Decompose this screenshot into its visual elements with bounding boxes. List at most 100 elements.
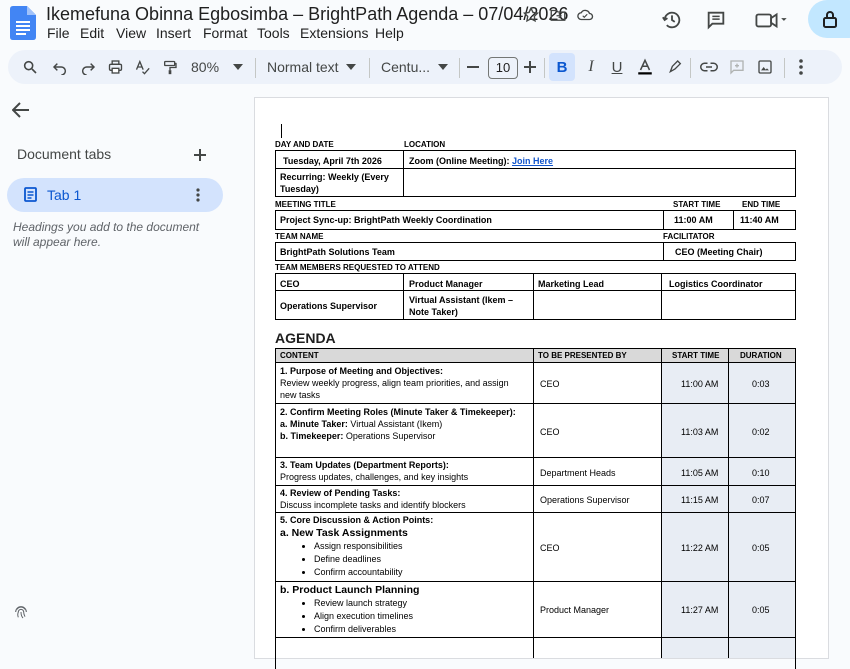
divider (275, 362, 795, 363)
zoom-select[interactable]: 80% (191, 59, 219, 75)
duration-cell: 0:05 (752, 543, 770, 553)
divider (275, 168, 795, 169)
redo-icon[interactable] (73, 52, 103, 82)
table-row: 1. Purpose of Meeting and Objectives: Re… (280, 365, 525, 401)
table-row: 3. Team Updates (Department Reports): Pr… (280, 459, 525, 483)
comments-icon[interactable] (704, 8, 728, 32)
divider (275, 581, 795, 582)
fingerprint-icon[interactable] (12, 603, 30, 621)
bold-icon[interactable]: B (549, 53, 575, 81)
presenter-cell: Operations Supervisor (540, 495, 630, 505)
highlight-icon[interactable] (660, 52, 690, 82)
member-cell: Operations Supervisor (280, 301, 378, 311)
agenda-heading: AGENDA (275, 330, 336, 346)
menu-view[interactable]: View (116, 25, 146, 41)
menu-help[interactable]: Help (375, 25, 404, 41)
location-value: Zoom (Online Meeting): Join Here (409, 156, 554, 166)
divider (403, 273, 404, 319)
text-color-icon[interactable] (630, 52, 660, 82)
document-icon (22, 186, 38, 202)
recurring-value: Recurring: Weekly (Every Tuesday) (280, 172, 389, 194)
subsection-title: a. New Task Assignments (280, 527, 408, 539)
duration-cell: 0:05 (752, 605, 770, 615)
print-icon[interactable] (100, 52, 130, 82)
menu-tools[interactable]: Tools (257, 25, 290, 41)
menu-edit[interactable]: Edit (80, 25, 104, 41)
item-title: 4. Review of Pending Tasks: (280, 488, 401, 498)
item-description: Discuss incomplete tasks and identify bl… (280, 500, 466, 510)
start-time-value: 11:00 AM (674, 215, 713, 225)
menu-insert[interactable]: Insert (156, 25, 191, 41)
more-options-icon[interactable] (786, 52, 816, 82)
increase-font-size-icon[interactable] (522, 59, 538, 75)
outline-hint: Headings you add to the document will ap… (13, 220, 200, 249)
menu-extensions[interactable]: Extensions (300, 25, 368, 41)
start-time-cell: 11:27 AM (681, 605, 719, 615)
insert-link-icon[interactable] (694, 52, 724, 82)
add-tab-icon[interactable] (191, 146, 209, 164)
facilitator-value: CEO (Meeting Chair) (675, 247, 763, 257)
paragraph-style-select[interactable]: Normal text (267, 59, 339, 75)
search-menus-icon[interactable] (15, 52, 45, 82)
list-item: Review launch strategy (314, 597, 525, 610)
spellcheck-icon[interactable] (127, 52, 157, 82)
start-time-cell: 11:15 AM (681, 495, 719, 505)
member-cell: Virtual Assistant (Ikem – Note Taker) (409, 295, 514, 317)
underline-icon[interactable]: U (602, 52, 632, 82)
decrease-font-size-icon[interactable] (465, 59, 481, 75)
lock-icon (820, 9, 840, 29)
subsection-title: b. Product Launch Planning (280, 584, 420, 596)
presenter-cell: CEO (540, 543, 560, 553)
font-size-input[interactable]: 10 (488, 57, 518, 79)
docs-logo-icon[interactable] (10, 6, 36, 40)
item-description: Review weekly progress, align team prior… (280, 378, 509, 400)
end-time-value: 11:40 AM (740, 215, 779, 225)
member-cell: Product Manager (409, 279, 483, 289)
divider (275, 637, 795, 638)
start-time-cell: 11:03 AM (681, 427, 719, 437)
tab-label: Tab 1 (47, 187, 82, 203)
undo-icon[interactable] (45, 52, 75, 82)
item-description: Progress updates, challenges, and key in… (280, 472, 469, 482)
presenter-cell: CEO (540, 427, 560, 437)
divider (663, 242, 664, 260)
divider (403, 150, 404, 196)
meet-video-icon[interactable] (752, 8, 792, 32)
document-page[interactable]: DAY AND DATE LOCATION Tuesday, April 7th… (254, 97, 829, 669)
tab-options-icon[interactable] (190, 186, 206, 204)
document-title[interactable]: Ikemefuna Obinna Egbosimba – BrightPath … (46, 4, 568, 25)
star-icon[interactable] (520, 4, 542, 26)
list-item: Align execution timelines (314, 610, 525, 623)
role-value: Virtual Assistant (Ikem) (347, 419, 443, 429)
divider (544, 58, 545, 78)
start-time-cell: 11:05 AM (681, 468, 719, 478)
add-comment-icon[interactable] (722, 52, 752, 82)
divider (728, 348, 729, 658)
divider (275, 512, 795, 513)
meeting-title-value: Project Sync-up: BrightPath Weekly Coord… (280, 215, 492, 225)
back-arrow-icon[interactable] (10, 99, 32, 121)
join-link[interactable]: Join Here (512, 156, 553, 166)
paint-format-icon[interactable] (155, 52, 185, 82)
start-time-cell: 11:22 AM (681, 543, 719, 553)
presenter-cell: Product Manager (540, 605, 610, 615)
table-row: 2. Confirm Meeting Roles (Minute Taker &… (280, 406, 525, 442)
move-folder-icon[interactable] (547, 4, 569, 26)
cloud-status-icon[interactable] (574, 4, 596, 26)
member-cell: Marketing Lead (538, 279, 605, 289)
menu-file[interactable]: File (47, 25, 70, 41)
menu-format[interactable]: Format (203, 25, 247, 41)
table-row: b. Product Launch Planning Review launch… (280, 583, 525, 636)
insert-image-icon[interactable] (750, 52, 780, 82)
divider (369, 58, 370, 78)
font-select[interactable]: Centu... (381, 59, 430, 75)
presenter-cell: CEO (540, 379, 560, 389)
text-cursor (281, 124, 282, 138)
list-item: Confirm accountability (314, 566, 525, 579)
divider (533, 273, 534, 319)
duration-cell: 0:10 (752, 468, 770, 478)
chevron-down-icon (345, 62, 357, 72)
role-label: b. Timekeeper: (280, 431, 344, 441)
history-icon[interactable] (660, 8, 684, 32)
role-value: Operations Supervisor (343, 431, 436, 441)
